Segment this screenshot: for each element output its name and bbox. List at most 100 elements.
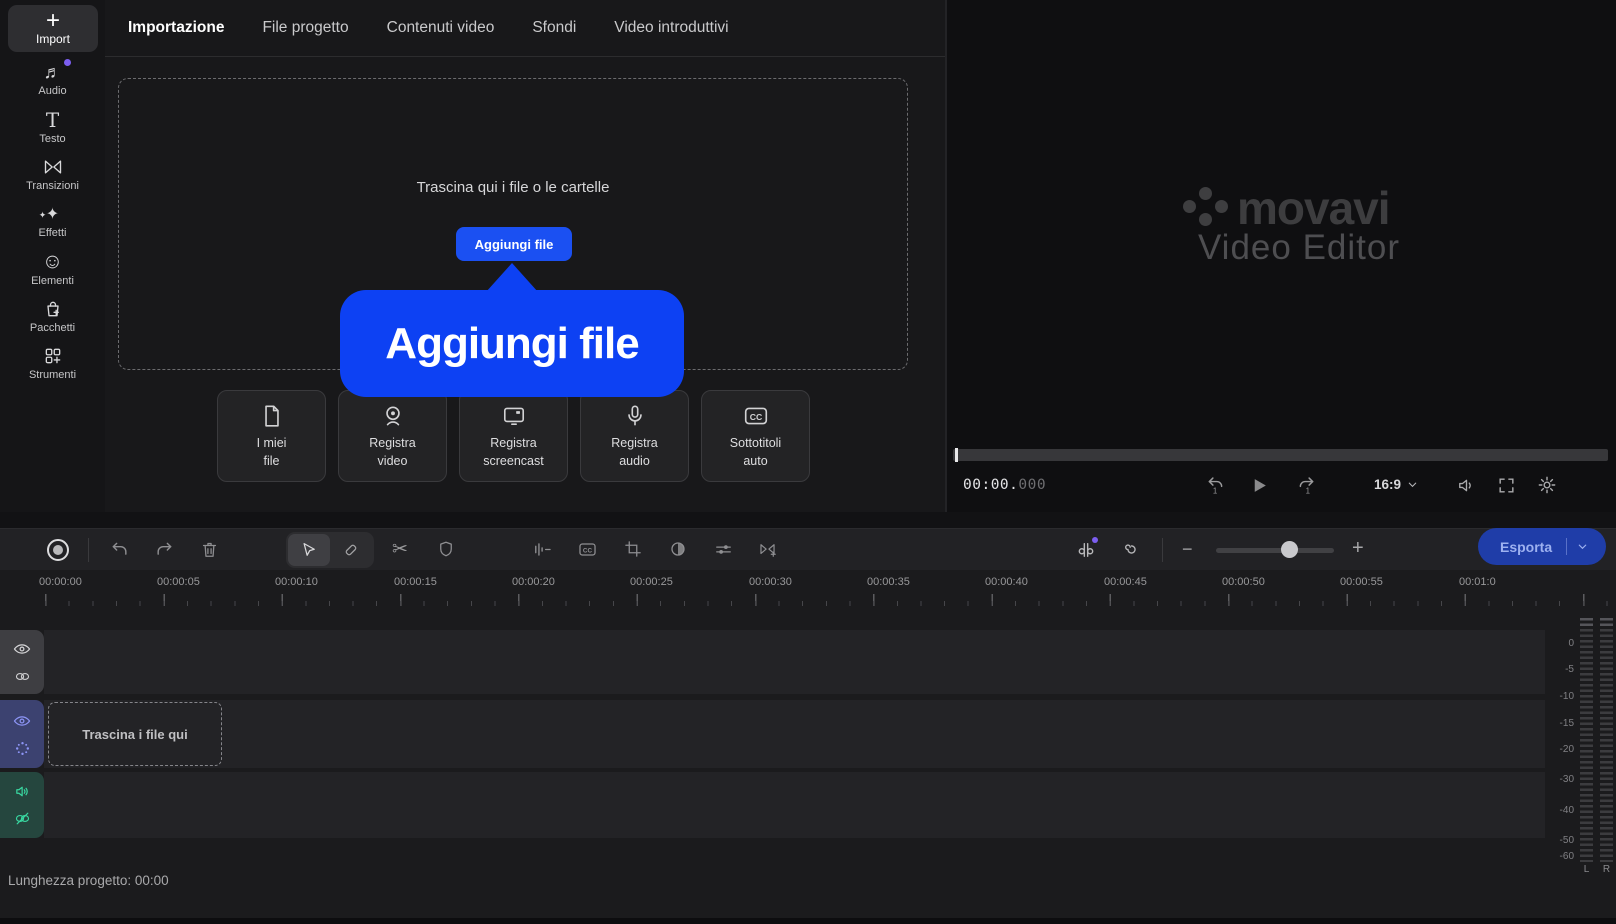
video-track-lane[interactable] [44, 700, 1545, 768]
export-divider [1566, 538, 1567, 555]
audio-edit-button[interactable] [533, 540, 552, 559]
timeline-toolbar: ✂ CC − + Esporta [0, 528, 1616, 570]
aspect-ratio-select[interactable]: 16:9 [1374, 477, 1418, 492]
tools-grid-icon [43, 345, 63, 367]
unlink-icon[interactable] [14, 810, 31, 827]
action-label: I miei file [257, 434, 287, 470]
video-editor-wordmark: Video Editor [1183, 228, 1415, 268]
redo-button[interactable] [154, 540, 174, 560]
eye-icon[interactable] [13, 712, 31, 730]
subtitles-button[interactable]: CC [578, 540, 597, 559]
sparkles-icon: ✦✦ [46, 203, 59, 225]
pointer-tool-button[interactable] [288, 534, 330, 566]
my-files-button[interactable]: I miei file [217, 390, 326, 482]
auto-subtitles-button[interactable]: CC Sottotitoli auto [701, 390, 810, 482]
delete-button[interactable] [200, 540, 219, 559]
ruler-label: 00:00:25 [630, 576, 673, 588]
movavi-logo-dot [1199, 187, 1212, 200]
overlay-track-lane[interactable] [44, 630, 1545, 694]
movavi-logo-dot [1183, 200, 1196, 213]
tab-file-progetto[interactable]: File progetto [262, 19, 348, 37]
selection-tool-group [286, 532, 374, 568]
meter-label: 0 [1534, 638, 1574, 649]
sidebar-item-label: Elementi [31, 275, 74, 287]
sidebar-item-label: Effetti [39, 227, 67, 239]
audio-meter-cap [1580, 618, 1593, 626]
tooltip-text: Aggiungi file [385, 319, 638, 369]
tab-importazione[interactable]: Importazione [128, 19, 224, 37]
ruler-label: 00:00:00 [39, 576, 82, 588]
ruler-label: 00:00:15 [394, 576, 437, 588]
split-scissors-button[interactable]: ✂ [392, 538, 408, 561]
sidebar-item-strumenti[interactable]: Strumenti [0, 340, 105, 386]
crop-button[interactable] [624, 540, 642, 558]
sidebar-item-label: Import [36, 32, 70, 46]
ruler-label: 00:00:10 [275, 576, 318, 588]
tab-sfondi[interactable]: Sfondi [532, 19, 576, 37]
sidebar-item-audio[interactable]: ♬ Audio [0, 56, 105, 102]
speaker-icon[interactable] [14, 783, 31, 800]
bottom-scrollbar-strip[interactable] [0, 918, 1616, 924]
record-audio-button[interactable]: Registra audio [580, 390, 689, 482]
color-contrast-button[interactable] [669, 540, 687, 558]
shield-marker-button[interactable] [437, 540, 455, 558]
record-video-button[interactable]: Registra video [338, 390, 447, 482]
action-label: Registra video [369, 434, 416, 470]
record-button[interactable] [47, 539, 69, 561]
chevron-down-icon [1577, 541, 1588, 552]
motion-swirl-button[interactable] [1122, 540, 1141, 559]
sidebar-item-import[interactable]: + Import [8, 5, 98, 52]
toolbar-divider [1162, 538, 1163, 562]
meter-label: -30 [1534, 774, 1574, 785]
undo-button[interactable] [110, 540, 130, 560]
fullscreen-icon[interactable] [1497, 476, 1516, 495]
seekbar-playhead[interactable] [955, 448, 958, 462]
action-label: Sottotitoli auto [730, 434, 781, 470]
add-file-button[interactable]: Aggiungi file [456, 227, 572, 261]
timeline-drop-placeholder[interactable]: Trascina i file qui [48, 702, 222, 766]
tag-tool-button[interactable] [331, 534, 371, 566]
add-transition-button[interactable] [759, 540, 778, 559]
text-icon: T [46, 109, 59, 131]
sidebar-item-label: Transizioni [26, 180, 79, 192]
timeline-zoom-slider[interactable] [1216, 548, 1334, 553]
tab-contenuti-video[interactable]: Contenuti video [387, 19, 495, 37]
tab-video-introduttivi[interactable]: Video introduttivi [614, 19, 728, 37]
add-file-tooltip: Aggiungi file [340, 290, 684, 397]
record-screencast-button[interactable]: Registra screencast [459, 390, 568, 482]
sidebar-item-transizioni[interactable]: Transizioni [0, 151, 105, 197]
meter-label: -20 [1534, 744, 1574, 755]
export-button[interactable]: Esporta [1478, 528, 1606, 565]
jump-back-button[interactable]: 1 [1205, 475, 1226, 496]
movavi-logo-dot [1215, 200, 1228, 213]
sidebar-item-effetti[interactable]: ✦✦ Effetti [0, 198, 105, 244]
play-button[interactable] [1250, 476, 1269, 495]
eye-icon[interactable] [13, 640, 31, 658]
filters-sliders-button[interactable] [714, 540, 733, 559]
movavi-logo-dot [1199, 213, 1212, 226]
sidebar-item-testo[interactable]: T Testo [0, 104, 105, 150]
webcam-icon [380, 403, 406, 429]
zoom-slider-thumb[interactable] [1281, 541, 1298, 558]
ruler-minor-ticks [45, 601, 1616, 606]
overlay-track-header [0, 630, 44, 694]
meter-label: -40 [1534, 805, 1574, 816]
sidebar-item-pacchetti[interactable]: Pacchetti [0, 293, 105, 339]
export-label: Esporta [1500, 539, 1552, 555]
zoom-in-button[interactable]: + [1352, 537, 1364, 560]
sidebar-item-elementi[interactable]: ☺ Elementi [0, 246, 105, 292]
volume-icon[interactable] [1457, 476, 1476, 495]
new-badge-dot [64, 59, 71, 66]
zoom-out-button[interactable]: − [1182, 539, 1193, 560]
ruler-label: 00:01:0 [1459, 576, 1496, 588]
audio-levels-button[interactable] [1076, 540, 1096, 560]
jump-forward-button[interactable]: 1 [1296, 475, 1317, 496]
preview-seekbar[interactable] [953, 449, 1608, 461]
link-icon[interactable] [14, 668, 31, 685]
gear-icon[interactable] [1537, 475, 1557, 495]
svg-text:CC: CC [583, 547, 593, 554]
meter-channel-right: R [1600, 864, 1613, 875]
action-label: Registra audio [611, 434, 658, 470]
audio-track-lane[interactable] [44, 772, 1545, 838]
burst-icon[interactable] [14, 740, 31, 757]
